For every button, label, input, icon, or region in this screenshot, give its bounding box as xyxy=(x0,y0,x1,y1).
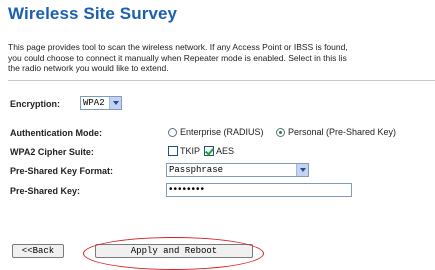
auth-personal-radio[interactable] xyxy=(276,128,285,137)
page-description: This page provides tool to scan the wire… xyxy=(8,42,435,74)
auth-enterprise-radio[interactable] xyxy=(168,128,177,137)
encryption-label: Encryption: xyxy=(10,99,61,109)
psk-label: Pre-Shared Key: xyxy=(10,186,81,196)
page-title: Wireless Site Survey xyxy=(8,4,178,23)
description-line-3: the radio network you would like to exte… xyxy=(8,63,169,73)
cipher-suite-label: WPA2 Cipher Suite: xyxy=(10,147,94,157)
auth-mode-label: Authentication Mode: xyxy=(10,128,102,138)
tkip-label: TKIP xyxy=(180,146,201,156)
tkip-checkbox[interactable] xyxy=(168,146,178,156)
section-divider xyxy=(8,80,435,81)
aes-label: AES xyxy=(216,146,235,156)
psk-input[interactable]: •••••••• xyxy=(166,183,352,197)
encryption-select-value: WPA2 xyxy=(83,98,105,108)
chevron-down-icon xyxy=(296,164,308,176)
highlight-ellipse xyxy=(83,237,264,270)
chevron-down-icon xyxy=(109,97,121,109)
description-line-2: you could choose to connect it manually … xyxy=(8,52,347,63)
description-line-1: This page provides tool to scan the wire… xyxy=(8,42,348,52)
encryption-select[interactable]: WPA2 xyxy=(80,96,122,110)
aes-checkbox[interactable] xyxy=(204,146,214,156)
psk-format-label: Pre-Shared Key Format: xyxy=(10,166,114,176)
psk-format-select-value: Passphrase xyxy=(169,165,224,175)
psk-format-select[interactable]: Passphrase xyxy=(166,163,309,177)
auth-personal-label: Personal (Pre-Shared Key) xyxy=(288,127,397,137)
auth-enterprise-label: Enterprise (RADIUS) xyxy=(180,127,264,137)
back-button[interactable]: <<Back xyxy=(12,244,64,258)
